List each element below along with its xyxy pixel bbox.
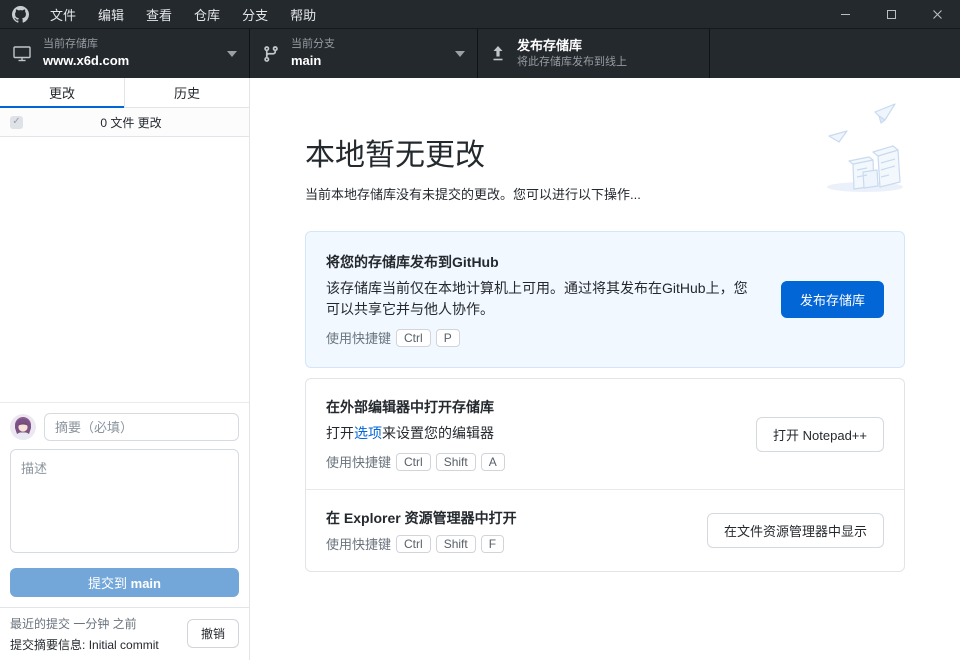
sidebar-tabs: 更改 历史: [0, 78, 249, 108]
shortcut-label: 使用快捷键: [326, 328, 391, 347]
menu-repository[interactable]: 仓库: [183, 0, 231, 28]
kbd-ctrl: Ctrl: [396, 535, 431, 553]
menu-branch[interactable]: 分支: [231, 0, 279, 28]
open-explorer-card: 在 Explorer 资源管理器中打开 使用快捷键 Ctrl Shift F 在…: [306, 489, 904, 571]
menu-view[interactable]: 查看: [135, 0, 183, 28]
sidebar: 更改 历史 ✓ 0 文件 更改: [0, 78, 250, 660]
shortcut-label: 使用快捷键: [326, 452, 391, 471]
undo-button[interactable]: 撤销: [187, 619, 239, 648]
app-window: 文件 编辑 查看 仓库 分支 帮助 当前存储库 www.x6d.com: [0, 0, 960, 660]
open-notepad-button[interactable]: 打开 Notepad++: [756, 417, 884, 452]
monitor-icon: [12, 45, 32, 63]
close-icon[interactable]: [914, 0, 960, 28]
maximize-icon[interactable]: [868, 0, 914, 28]
show-in-explorer-button[interactable]: 在文件资源管理器中显示: [707, 513, 884, 548]
current-repository-value: www.x6d.com: [43, 52, 129, 70]
shortcut-label: 使用快捷键: [326, 534, 391, 553]
window-controls: [822, 0, 960, 28]
current-repository-label: 当前存储库: [43, 37, 129, 52]
kbd-shift: Shift: [436, 535, 476, 553]
kbd-ctrl: Ctrl: [396, 453, 431, 471]
commit-button-branch: main: [131, 576, 161, 591]
commit-description-input[interactable]: [10, 449, 239, 553]
titlebar: 文件 编辑 查看 仓库 分支 帮助: [0, 0, 960, 28]
upload-icon: [490, 45, 506, 63]
select-all-checkbox[interactable]: ✓: [10, 116, 23, 129]
current-branch-label: 当前分支: [291, 37, 335, 52]
menu-edit[interactable]: 编辑: [87, 0, 135, 28]
commit-form: 提交到 main: [0, 402, 249, 607]
tab-history[interactable]: 历史: [125, 78, 249, 107]
kbd-f: F: [481, 535, 504, 553]
publish-repository-toolbar-button[interactable]: 发布存储库 将此存储库发布到线上: [478, 29, 710, 78]
files-changed-label: 0 文件 更改: [23, 114, 239, 131]
menu-help[interactable]: 帮助: [279, 0, 327, 28]
current-branch-value: main: [291, 52, 335, 70]
publish-title: 发布存储库: [517, 37, 627, 55]
recent-commit-label: 提交摘要信息:: [10, 638, 85, 652]
kbd-a: A: [481, 453, 505, 471]
git-branch-icon: [262, 45, 280, 63]
commit-button[interactable]: 提交到 main: [10, 568, 239, 597]
publish-card: 将您的存储库发布到GitHub 该存储库当前仅在本地计算机上可用。通过将其发布在…: [305, 231, 905, 368]
open-editor-card: 在外部编辑器中打开存储库 打开选项来设置您的编辑器 使用快捷键 Ctrl Shi…: [306, 379, 904, 489]
main-panel: 本地暂无更改 当前本地存储库没有未提交的更改。您可以进行以下操作... 将您的存…: [250, 78, 960, 660]
open-editor-body-post: 来设置您的编辑器: [382, 425, 494, 441]
publish-repository-button[interactable]: 发布存储库: [781, 281, 884, 318]
kbd-shift: Shift: [436, 453, 476, 471]
current-branch-selector[interactable]: 当前分支 main: [250, 29, 478, 78]
options-link[interactable]: 选项: [354, 425, 382, 441]
open-explorer-title: 在 Explorer 资源管理器中打开: [326, 508, 683, 528]
kbd-p: P: [436, 329, 460, 347]
publish-card-title: 将您的存储库发布到GitHub: [326, 252, 757, 272]
toolbar: 当前存储库 www.x6d.com 当前分支 main: [0, 28, 960, 78]
recent-commit-section: 最近的提交 一分钟 之前 提交摘要信息: Initial commit 撤销: [0, 607, 249, 660]
open-editor-body-pre: 打开: [326, 425, 354, 441]
page-title: 本地暂无更改: [305, 130, 905, 174]
recent-commit-message: Initial commit: [89, 638, 159, 652]
action-card-group: 在外部编辑器中打开存储库 打开选项来设置您的编辑器 使用快捷键 Ctrl Shi…: [305, 378, 905, 572]
chevron-down-icon: [227, 51, 237, 57]
tab-changes[interactable]: 更改: [0, 78, 125, 107]
minimize-icon[interactable]: [822, 0, 868, 28]
avatar: [10, 414, 36, 440]
publish-card-body: 该存储库当前仅在本地计算机上可用。通过将其发布在GitHub上，您可以共享它并与…: [326, 278, 757, 320]
menu-file[interactable]: 文件: [39, 0, 87, 28]
publish-subtitle: 将此存储库发布到线上: [517, 55, 627, 70]
chevron-down-icon: [455, 51, 465, 57]
changes-list-empty: [0, 137, 249, 402]
page-subtitle: 当前本地存储库没有未提交的更改。您可以进行以下操作...: [305, 184, 905, 203]
current-repository-selector[interactable]: 当前存储库 www.x6d.com: [0, 29, 250, 78]
github-logo-icon: [12, 6, 29, 23]
paper-plane-city-illustration: [823, 100, 908, 200]
open-editor-title: 在外部编辑器中打开存储库: [326, 397, 732, 417]
commit-button-prefix: 提交到: [88, 576, 127, 591]
files-changed-row: ✓ 0 文件 更改: [0, 108, 249, 137]
kbd-ctrl: Ctrl: [396, 329, 431, 347]
commit-summary-input[interactable]: [44, 413, 239, 441]
